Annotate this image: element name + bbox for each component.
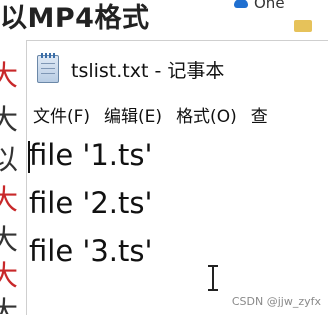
menu-view[interactable]: 查 [251, 102, 282, 127]
text-line: file '1.ts' [29, 138, 153, 172]
background-heading: 以MP4格式 [0, 3, 150, 34]
side-char: 大 [0, 183, 19, 216]
side-char: 大 [0, 223, 19, 256]
side-char: 以 [0, 143, 19, 176]
watermark: CSDN @jjw_zyfx [231, 295, 321, 308]
onedrive-shortcut[interactable]: One [234, 0, 312, 32]
cloud-icon [234, 0, 248, 8]
text-line: file '3.ts' [29, 234, 153, 268]
onedrive-label: One [254, 0, 285, 12]
text-caret [28, 141, 30, 173]
notepad-window: tslist.txt - 记事本 文件(F) 编辑(E) 格式(O) 查 fil… [26, 40, 328, 315]
background-side-text: 大 大 以 大 大 大 大 [0, 40, 26, 314]
menu-bar: 文件(F) 编辑(E) 格式(O) 查 [27, 97, 328, 131]
text-line: file '2.ts' [29, 186, 153, 220]
title-bar[interactable]: tslist.txt - 记事本 [27, 41, 328, 97]
text-editor-area[interactable]: file '1.ts' file '2.ts' file '3.ts' [27, 131, 328, 291]
menu-file[interactable]: 文件(F) [33, 102, 104, 127]
menu-format[interactable]: 格式(O) [176, 102, 251, 127]
menu-edit[interactable]: 编辑(E) [104, 102, 176, 127]
side-char: 大 [0, 259, 19, 292]
window-title: tslist.txt - 记事本 [71, 59, 225, 82]
side-char: 大 [0, 59, 19, 92]
notepad-icon[interactable] [37, 53, 59, 83]
side-char: 大 [0, 103, 19, 136]
side-char: 大 [0, 295, 19, 314]
folder-icon [294, 20, 312, 32]
ibeam-cursor-icon [208, 265, 218, 291]
